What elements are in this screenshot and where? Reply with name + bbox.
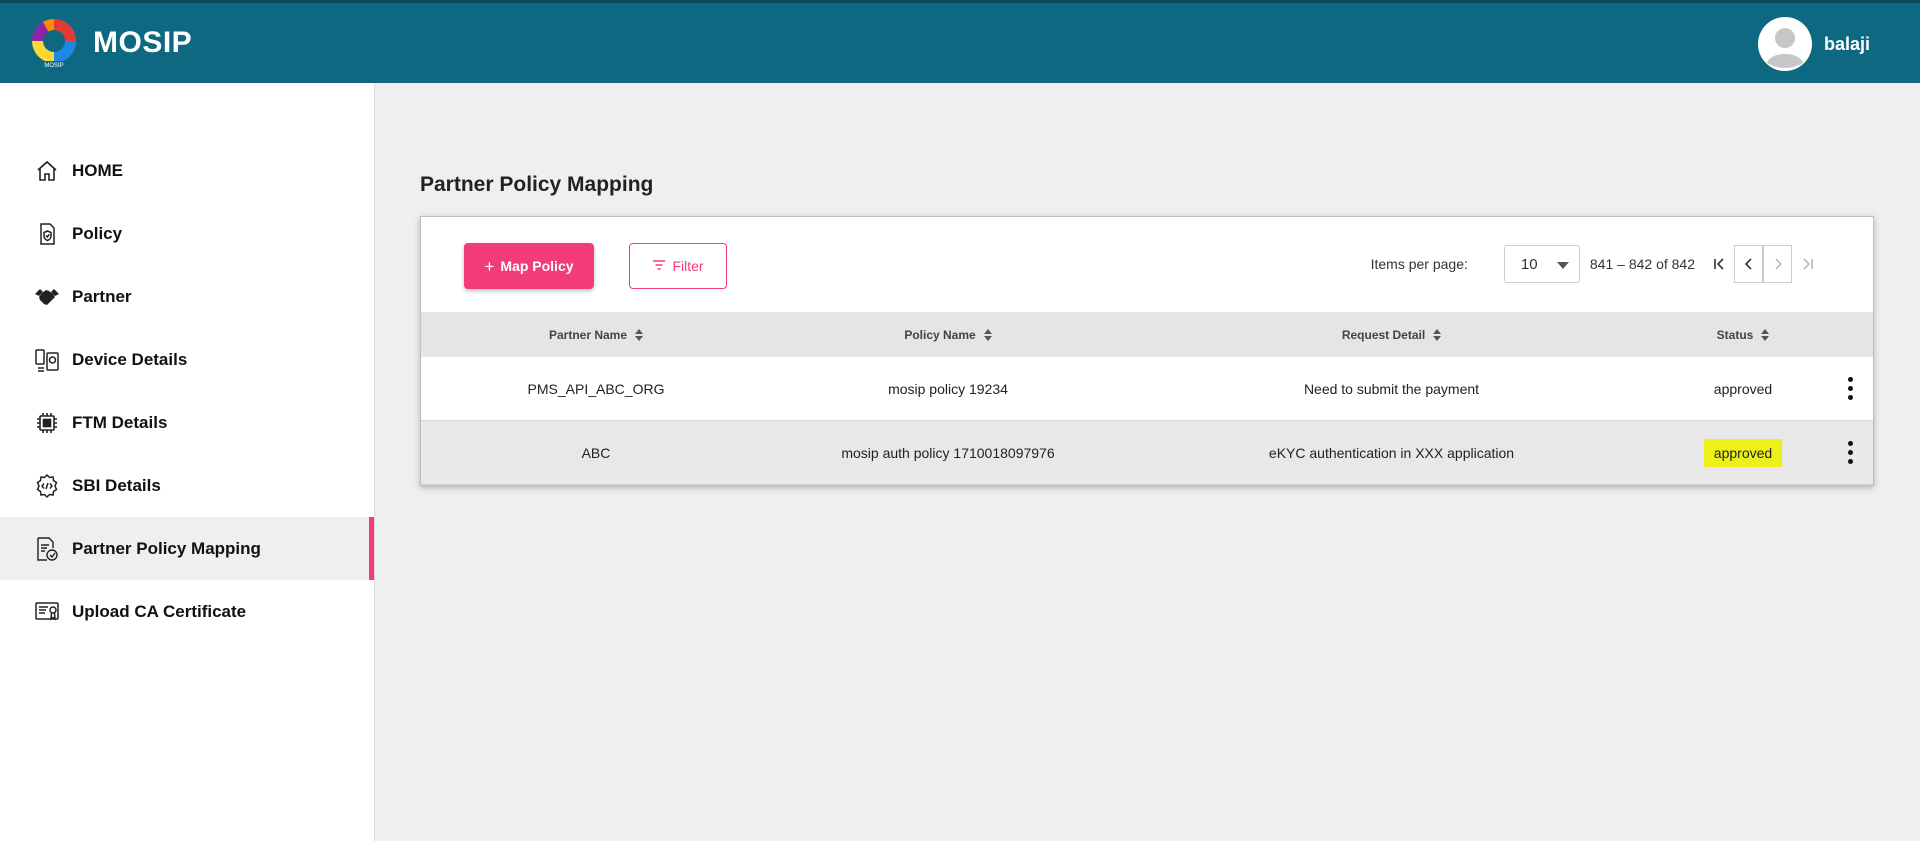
sidebar-item-home[interactable]: HOME — [0, 139, 374, 202]
sidebar-nav: HOME Policy Partner Device Details FTM D… — [0, 139, 374, 643]
page-title: Partner Policy Mapping — [420, 173, 654, 196]
chevron-right-icon — [1774, 258, 1782, 270]
last-page-button[interactable] — [1792, 245, 1821, 283]
filter-icon — [652, 258, 666, 274]
brand-name: MOSIP — [93, 26, 193, 59]
column-label: Status — [1716, 327, 1754, 342]
column-header-policy-name[interactable]: Policy Name — [771, 312, 1125, 357]
user-avatar-icon — [1759, 19, 1810, 69]
paginator: Items per page: 10 841 – 842 of 842 — [1371, 245, 1821, 283]
user-menu[interactable]: balaji — [1757, 17, 1870, 71]
sidebar-item-partner[interactable]: Partner — [0, 265, 374, 328]
map-policy-label: Map Policy — [500, 258, 574, 274]
filter-label: Filter — [672, 258, 704, 274]
document-link-icon — [34, 536, 60, 562]
sort-icon — [635, 328, 644, 341]
brand[interactable]: MOSIP MOSIP — [30, 16, 192, 70]
sort-icon — [1433, 328, 1442, 341]
column-header-status[interactable]: Status — [1658, 312, 1828, 357]
next-page-button[interactable] — [1763, 245, 1792, 283]
row-actions-more-icon[interactable] — [1828, 357, 1873, 420]
cell-partner-name: PMS_API_ABC_ORG — [527, 380, 665, 397]
mapping-table-card: + Map Policy Filter Items per page: 10 8… — [420, 216, 1874, 486]
cell-request-detail: Need to submit the payment — [1303, 380, 1480, 397]
sidebar-item-upload-ca-certificate[interactable]: Upload CA Certificate — [0, 580, 374, 643]
status-badge: approved — [1703, 438, 1783, 467]
device-icon — [34, 347, 60, 373]
page-range-label: 841 – 842 of 842 — [1589, 256, 1695, 272]
svg-text:MOSIP: MOSIP — [44, 63, 63, 69]
sidebar-item-ftm-details[interactable]: FTM Details — [0, 391, 374, 454]
avatar[interactable] — [1757, 17, 1812, 71]
previous-page-button[interactable] — [1734, 245, 1763, 283]
sort-icon — [983, 328, 992, 341]
certificate-icon — [34, 599, 60, 625]
column-header-partner-name[interactable]: Partner Name — [421, 312, 771, 357]
column-header-request-detail[interactable]: Request Detail — [1125, 312, 1658, 357]
row-actions-more-icon[interactable] — [1828, 421, 1873, 484]
first-page-button[interactable] — [1705, 245, 1734, 283]
sidebar-item-partner-policy-mapping[interactable]: Partner Policy Mapping — [0, 517, 374, 580]
status-badge: approved — [1713, 380, 1773, 397]
top-header: MOSIP MOSIP balaji — [0, 0, 1920, 83]
plus-icon: + — [484, 256, 495, 276]
home-icon — [34, 158, 60, 184]
chevron-left-icon — [1744, 258, 1752, 270]
cell-status: approved — [1658, 357, 1828, 420]
sidebar-item-label: Device Details — [72, 349, 188, 369]
cell-status: approved — [1658, 421, 1828, 484]
sidebar-item-label: Upload CA Certificate — [72, 601, 247, 621]
filter-button[interactable]: Filter — [629, 243, 727, 289]
column-label: Policy Name — [904, 327, 976, 342]
table-row[interactable]: ABC mosip auth policy 1710018097976 eKYC… — [421, 421, 1873, 485]
cell-partner-name: ABC — [581, 444, 611, 461]
chip-icon — [34, 410, 60, 436]
sidebar: HOME Policy Partner Device Details FTM D… — [0, 83, 375, 841]
sidebar-item-label: Partner — [72, 286, 132, 306]
handshake-icon — [34, 284, 60, 310]
column-header-actions — [1828, 312, 1873, 357]
sidebar-item-label: FTM Details — [72, 412, 168, 432]
mosip-logo-icon: MOSIP — [30, 17, 78, 69]
items-per-page-select[interactable]: 10 — [1503, 245, 1580, 283]
sidebar-item-sbi-details[interactable]: SBI Details — [0, 454, 374, 517]
map-policy-button[interactable]: + Map Policy — [464, 243, 594, 289]
last-page-icon — [1802, 258, 1813, 270]
cell-request-detail: eKYC authentication in XXX application — [1268, 444, 1515, 461]
sidebar-item-label: SBI Details — [72, 475, 161, 495]
cell-policy-name: mosip auth policy 1710018097976 — [841, 444, 1055, 461]
sidebar-item-policy[interactable]: Policy — [0, 202, 374, 265]
user-name: balaji — [1823, 33, 1870, 54]
sidebar-item-device-details[interactable]: Device Details — [0, 328, 374, 391]
code-gear-icon — [34, 473, 60, 499]
cell-policy-name: mosip policy 19234 — [888, 380, 1008, 397]
first-page-icon — [1713, 258, 1724, 270]
table-row[interactable]: PMS_API_ABC_ORG mosip policy 19234 Need … — [421, 357, 1873, 421]
sidebar-item-label: HOME — [72, 160, 123, 180]
policy-shield-icon — [34, 221, 60, 247]
chevron-down-icon — [1556, 262, 1569, 269]
column-label: Partner Name — [548, 327, 628, 342]
items-per-page-label: Items per page: — [1370, 256, 1468, 272]
table-toolbar: + Map Policy Filter Items per page: 10 8… — [421, 217, 1873, 312]
sort-icon — [1761, 328, 1770, 341]
column-label: Request Detail — [1341, 327, 1426, 342]
items-per-page-value: 10 — [1520, 255, 1538, 273]
sidebar-item-label: Partner Policy Mapping — [72, 538, 261, 558]
sidebar-item-label: Policy — [72, 223, 123, 243]
table-header: Partner Name Policy Name Request Detail … — [421, 312, 1873, 357]
